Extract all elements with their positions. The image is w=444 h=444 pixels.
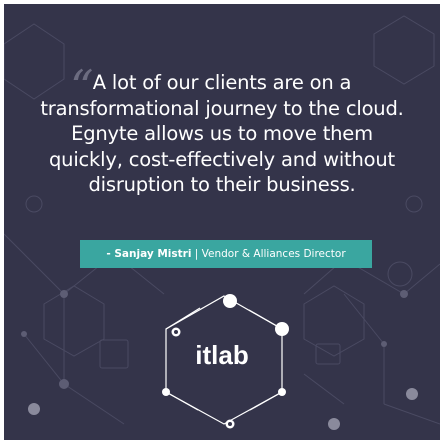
testimonial-quote: A lot of our clients are on a transforma… [4, 70, 440, 198]
quote-line: quickly, cost-effectively and without [48, 147, 395, 171]
attribution-separator: | [194, 248, 202, 260]
quote-line: transformational journey to the cloud. [40, 96, 404, 120]
quote-line: disruption to their business. [88, 173, 356, 196]
attribution-name: - Sanjay Mistri [106, 248, 192, 260]
quote-line: A lot of our clients are on a [92, 71, 352, 94]
testimonial-card: “ A lot of our clients are on a transfor… [4, 4, 440, 440]
quote-line: Egnyte allows us to move them [71, 122, 373, 145]
attribution-banner: - Sanjay Mistri | Vendor & Alliances Dir… [80, 240, 372, 268]
company-logo: itlab [195, 340, 249, 370]
attribution-role: Vendor & Alliances Director [201, 248, 346, 260]
